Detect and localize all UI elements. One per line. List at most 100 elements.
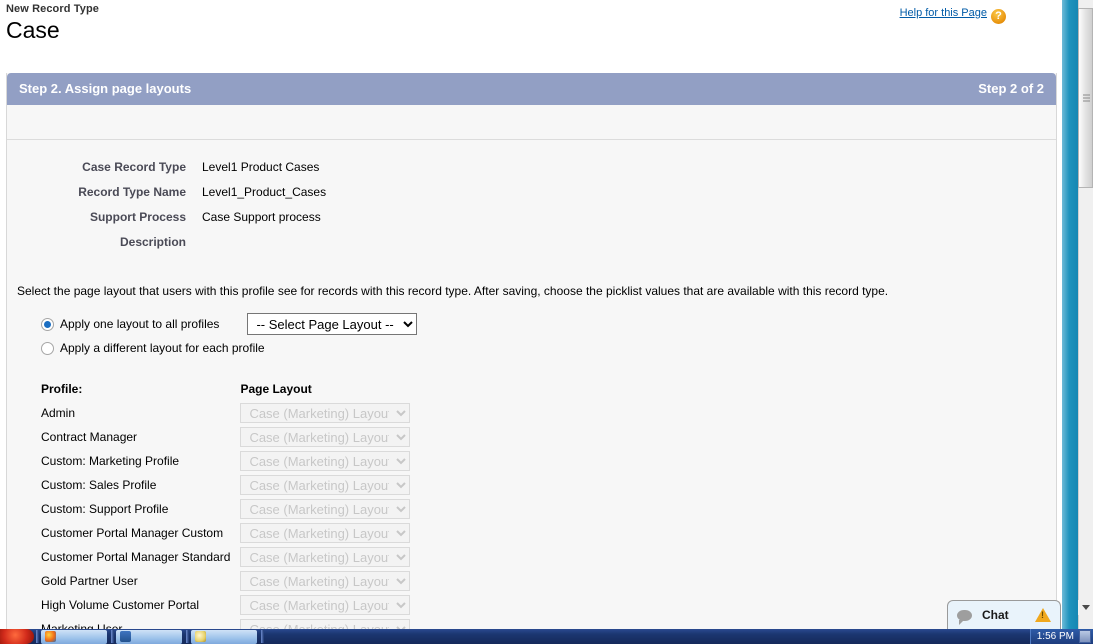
- profile-name: Admin: [41, 406, 76, 420]
- show-desktop-button[interactable]: [1079, 630, 1091, 643]
- detail-value: [202, 229, 326, 254]
- detail-value: Level1_Product_Cases: [202, 184, 327, 199]
- scroll-down-arrow-icon[interactable]: [1078, 600, 1093, 615]
- windows-taskbar: 1:56 PM: [0, 629, 1093, 644]
- profile-name: Custom: Support Profile: [41, 502, 169, 516]
- page-title: Case: [6, 17, 60, 43]
- table-row: Custom: Support Profile Case (Marketing) …: [41, 497, 411, 521]
- page-layout-select[interactable]: Case (Marketing) Layout: [240, 571, 411, 591]
- step-panel: Step 2. Assign page layouts Step 2 of 2 …: [6, 73, 1057, 629]
- radio-apply-one-layout-label: Apply one layout to all profiles: [60, 317, 220, 331]
- table-row: Custom: Marketing Profile Case (Marketing…: [41, 449, 411, 473]
- chat-widget[interactable]: Chat: [947, 600, 1061, 629]
- help-for-this-page-link[interactable]: Help for this Page?: [900, 7, 1006, 24]
- taskbar-clock[interactable]: 1:56 PM: [1037, 629, 1074, 644]
- step-counter: Step 2 of 2: [978, 81, 1044, 96]
- table-row: Custom: Sales Profile Case (Marketing) La…: [41, 473, 411, 497]
- scrollbar-grip-icon: [1083, 94, 1090, 102]
- profile-layout-cell: Case (Marketing) Layout: [240, 425, 411, 449]
- taskbar-divider: [261, 630, 264, 643]
- page-header: New Record Type Case: [6, 2, 99, 44]
- profile-layout-cell: Case (Marketing) Layout: [240, 617, 411, 629]
- detail-label: Support Process: [89, 209, 186, 224]
- profile-name: Custom: Sales Profile: [41, 478, 157, 492]
- profile-name: Customer Portal Manager Standard: [41, 550, 231, 564]
- profile-name: Marketing User: [41, 622, 123, 629]
- taskbar-button-folder[interactable]: [116, 629, 182, 644]
- column-header-profile: Profile:: [41, 382, 83, 396]
- profile-layout-cell: Case (Marketing) Layout: [240, 497, 411, 521]
- warning-triangle-icon[interactable]: [1035, 608, 1051, 622]
- profile-layout-cell: Case (Marketing) Layout: [240, 521, 411, 545]
- profile-name: Gold Partner User: [41, 574, 138, 588]
- profile-layout-cell: Case (Marketing) Layout: [240, 473, 411, 497]
- detail-value: Level1 Product Cases: [202, 159, 320, 174]
- table-row: Customer Portal Manager Custom Case (Mark…: [41, 521, 411, 545]
- page-layout-select[interactable]: Case (Marketing) Layout: [240, 451, 411, 471]
- browser-accent-strip: [1062, 0, 1078, 629]
- table-row: Contract Manager Case (Marketing) Layout: [41, 425, 411, 449]
- radio-apply-different-layout[interactable]: [41, 341, 54, 355]
- chat-bubble-icon: [957, 609, 972, 625]
- profile-layout-cell: Case (Marketing) Layout: [240, 545, 411, 569]
- profile-layout-cell: Case (Marketing) Layout: [240, 593, 411, 617]
- taskbar-divider: [186, 630, 189, 643]
- profile-name: Contract Manager: [41, 430, 138, 444]
- step-panel-toolbar: [7, 105, 1056, 140]
- paint-icon: [195, 631, 206, 642]
- folder-icon: [120, 631, 131, 642]
- detail-row: Case Record Type Level1 Product Cases: [7, 154, 326, 179]
- detail-label: Description: [119, 234, 186, 249]
- page-layout-select[interactable]: Case (Marketing) Layout: [240, 595, 411, 615]
- table-header-row: Profile: Page Layout: [41, 382, 410, 401]
- page-kicker: New Record Type: [6, 3, 99, 15]
- firefox-icon: [45, 631, 56, 642]
- taskbar-button-paint[interactable]: [191, 629, 257, 644]
- column-header-page-layout: Page Layout: [240, 382, 312, 396]
- profile-name: Customer Portal Manager Custom: [41, 526, 224, 540]
- step-panel-title: Step 2. Assign page layouts: [19, 81, 192, 96]
- page-layout-select[interactable]: Case (Marketing) Layout: [240, 619, 411, 629]
- page-layout-select[interactable]: Case (Marketing) Layout: [240, 427, 411, 447]
- screen: New Record Type Case Help for this Page?…: [0, 0, 1093, 644]
- step-panel-header: Step 2. Assign page layouts Step 2 of 2: [7, 73, 1056, 105]
- profile-layout-cell: Case (Marketing) Layout: [240, 449, 411, 473]
- page-layout-select[interactable]: Case (Marketing) Layout: [240, 475, 411, 495]
- table-row: Admin Case (Marketing) Layout: [41, 401, 411, 425]
- detail-label: Record Type Name: [78, 184, 186, 199]
- page-layout-select[interactable]: Case (Marketing) Layout: [240, 547, 411, 567]
- table-row: High Volume Customer Portal Case (Marketi…: [41, 593, 411, 617]
- profile-layout-cell: Case (Marketing) Layout: [240, 569, 411, 593]
- page-scrollbar-thumb[interactable]: [1078, 8, 1093, 188]
- taskbar-divider: [111, 630, 114, 643]
- page-layout-select[interactable]: Case (Marketing) Layout: [240, 499, 411, 519]
- option-apply-one-row[interactable]: Apply one layout to all profiles -- Sele…: [41, 312, 1056, 336]
- option-apply-each-row[interactable]: Apply a different layout for each profil…: [41, 336, 1056, 360]
- radio-apply-one-layout[interactable]: [41, 317, 54, 331]
- taskbar-divider: [36, 630, 39, 643]
- taskbar-button-firefox[interactable]: [41, 629, 107, 644]
- profile-name: High Volume Customer Portal: [41, 598, 200, 612]
- table-row: Marketing User Case (Marketing) Layout: [41, 617, 411, 629]
- chat-label: Chat: [982, 608, 1009, 622]
- detail-label: Case Record Type: [82, 159, 186, 174]
- global-page-layout-select[interactable]: -- Select Page Layout --: [247, 313, 418, 335]
- help-link-label: Help for this Page: [899, 7, 987, 19]
- page-layout-select[interactable]: Case (Marketing) Layout: [240, 403, 411, 423]
- profile-layout-cell: Case (Marketing) Layout: [240, 401, 411, 425]
- table-row: Customer Portal Manager Standard Case (Ma…: [41, 545, 411, 569]
- step-panel-body: Case Record Type Level1 Product Cases Reco…: [7, 154, 1056, 629]
- browser-content: New Record Type Case Help for this Page?…: [0, 0, 1062, 629]
- page-layout-select[interactable]: Case (Marketing) Layout: [240, 523, 411, 543]
- radio-apply-different-layout-label: Apply a different layout for each profil…: [60, 341, 265, 355]
- start-button[interactable]: [0, 629, 34, 644]
- layout-mode-options: Apply one layout to all profiles -- Sele…: [41, 312, 1056, 360]
- record-type-details: Case Record Type Level1 Product Cases Reco…: [7, 154, 326, 254]
- detail-row: Description: [7, 229, 326, 254]
- detail-row: Record Type Name Level1_Product_Cases: [7, 179, 326, 204]
- detail-row: Support Process Case Support process: [7, 204, 326, 229]
- detail-value: Case Support process: [202, 209, 321, 224]
- profile-layout-table: Profile: Page Layout Admin Case (Marketin…: [41, 382, 411, 629]
- help-icon[interactable]: ?: [991, 9, 1006, 24]
- system-tray: 1:56 PM: [1029, 629, 1093, 644]
